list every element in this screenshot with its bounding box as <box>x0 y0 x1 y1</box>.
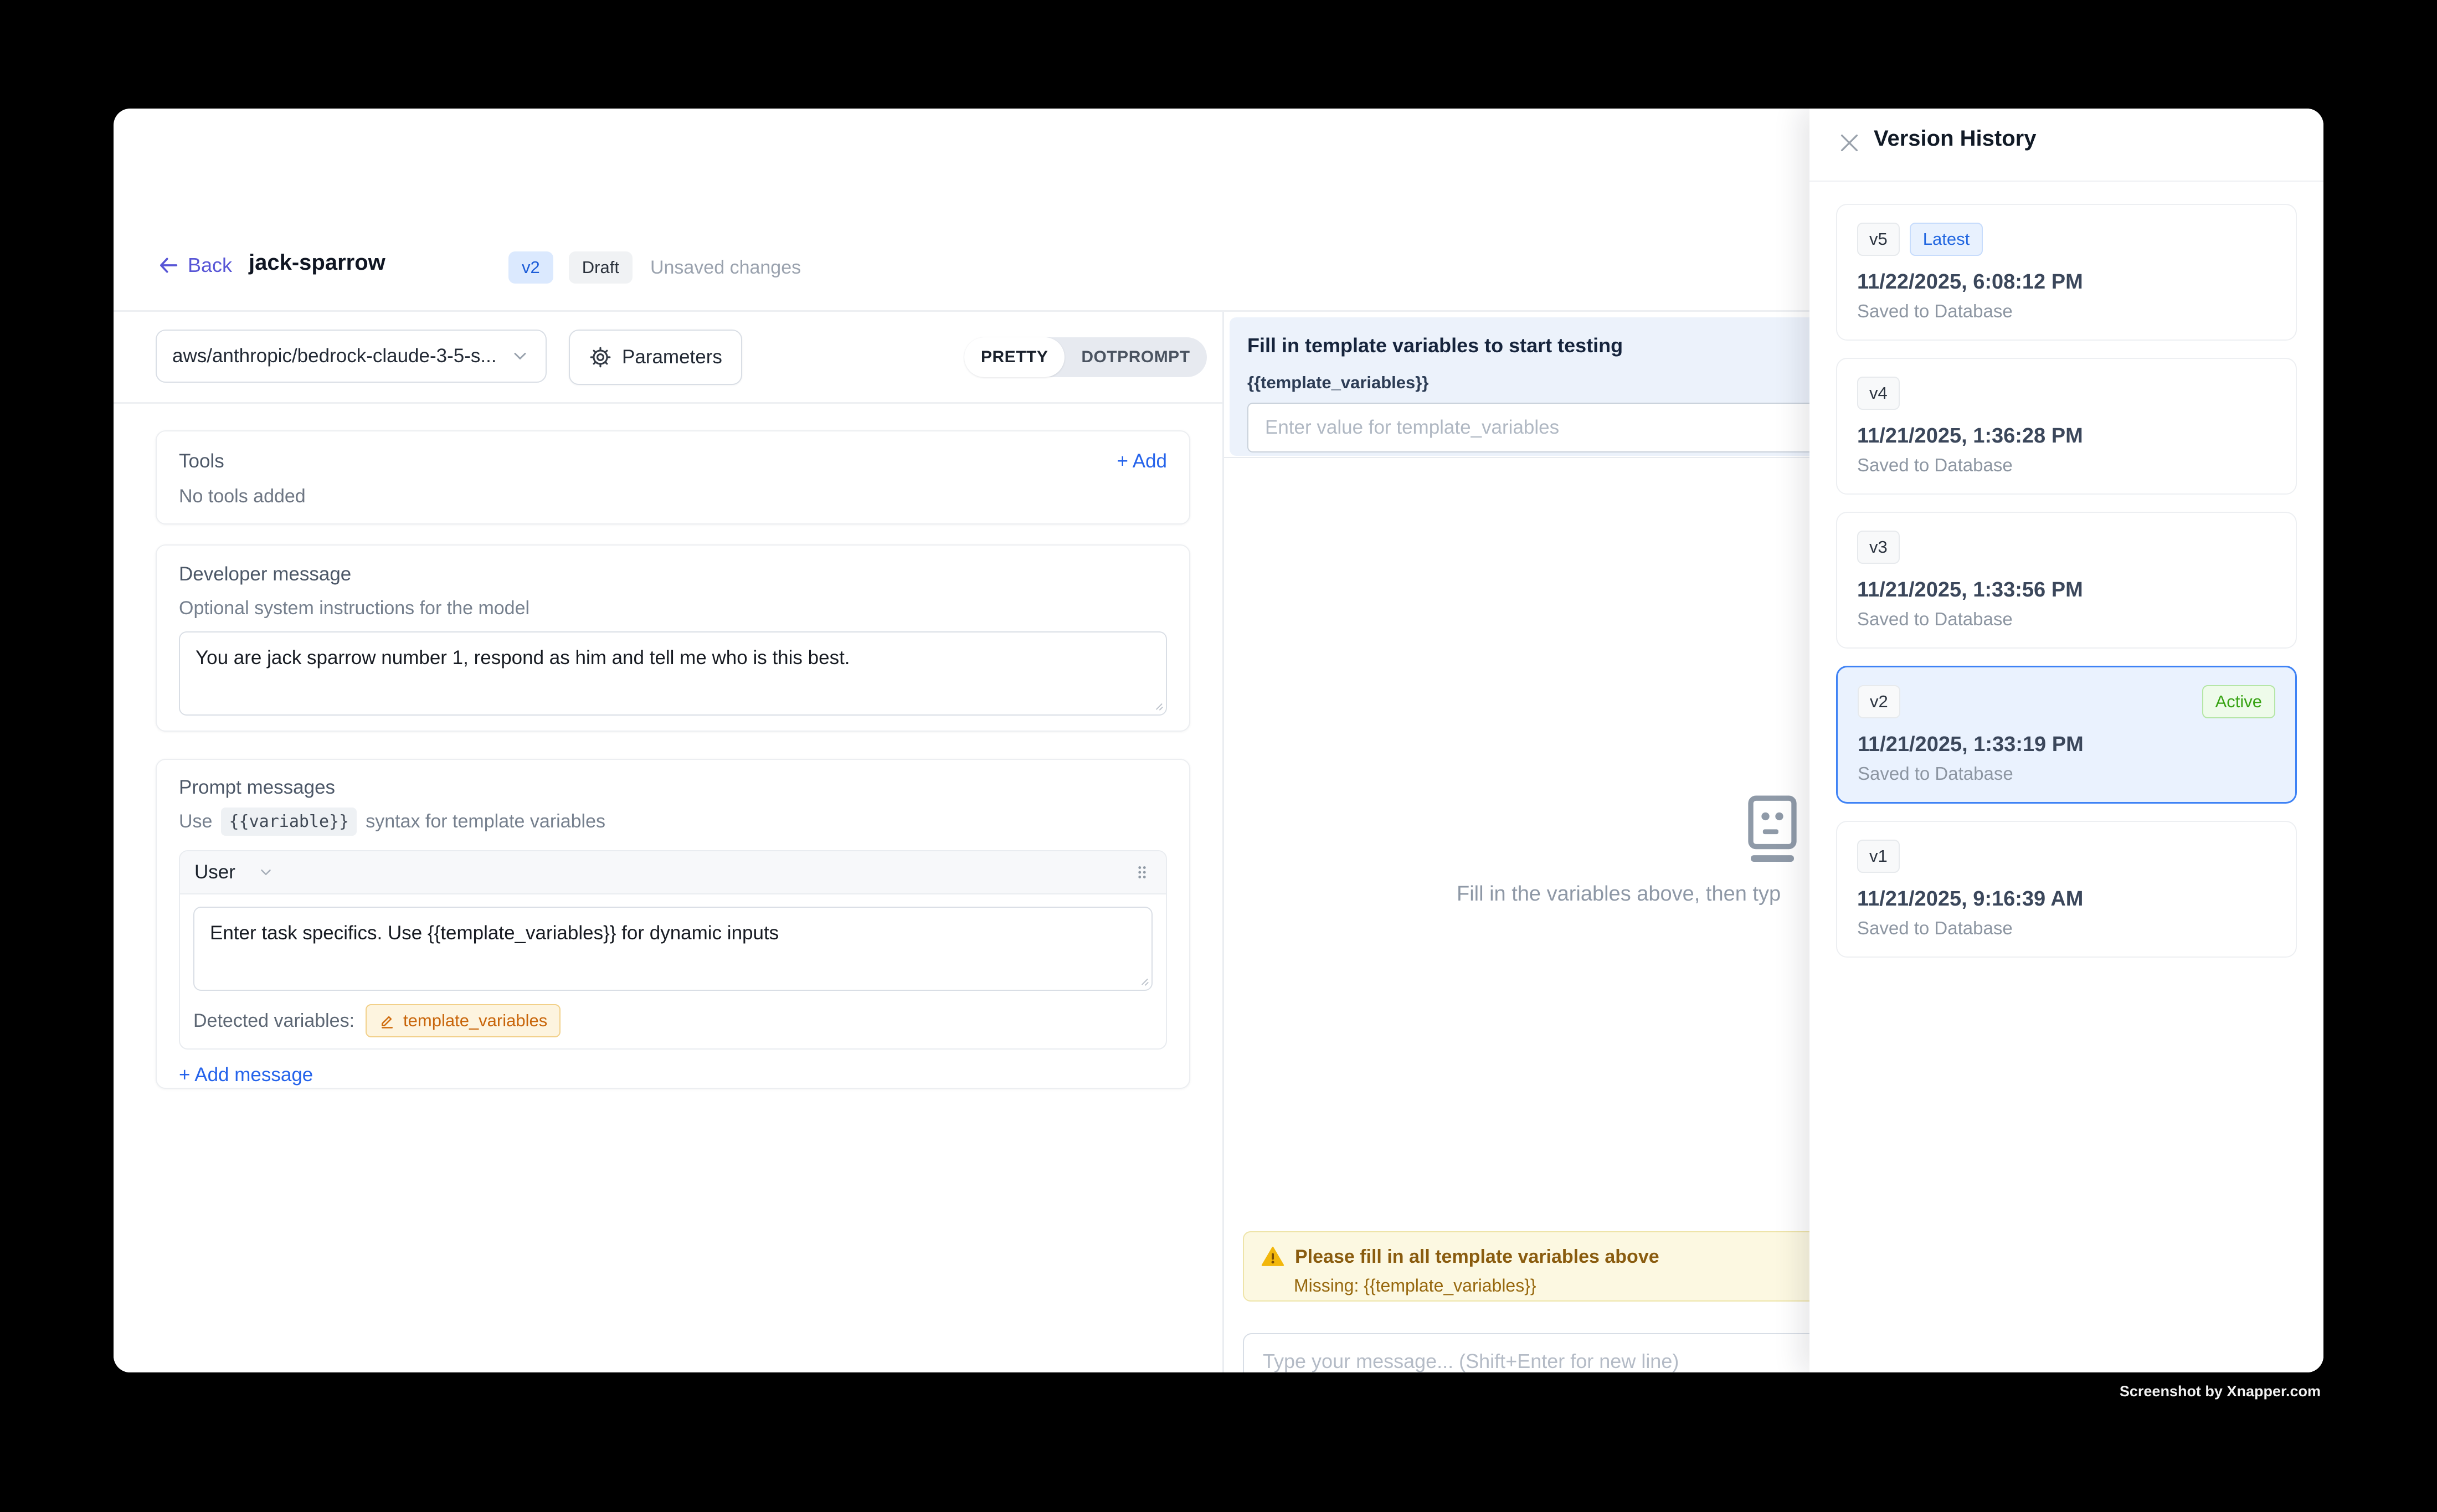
version-card-v1[interactable]: v1 11/21/2025, 9:16:39 AM Saved to Datab… <box>1836 821 2297 958</box>
prompt-message-block: User Enter task specifics. Use {{templat… <box>179 850 1167 1050</box>
format-toggle: PRETTY DOTPROMPT <box>964 337 1207 377</box>
developer-message-card: Developer message Optional system instru… <box>156 544 1190 732</box>
version-timestamp: 11/21/2025, 9:16:39 AM <box>1857 887 2276 911</box>
model-select[interactable]: aws/anthropic/bedrock-claude-3-5-s... <box>156 330 547 383</box>
tools-empty-text: No tools added <box>179 486 1167 507</box>
version-number-badge: v5 <box>1857 223 1900 256</box>
role-select[interactable]: User <box>194 861 274 883</box>
version-history-panel: Version History v5 Latest 11/22/2025, 6:… <box>1809 109 2323 1372</box>
prompt-message-header: User <box>180 851 1166 894</box>
plus-icon: + <box>179 1064 190 1086</box>
add-tool-label: Add <box>1133 450 1167 472</box>
version-status: Saved to Database <box>1857 455 2276 476</box>
back-arrow-icon <box>158 254 180 276</box>
close-icon[interactable] <box>1835 128 1864 157</box>
version-number-badge: v4 <box>1857 377 1900 410</box>
user-message-textarea[interactable]: Enter task specifics. Use {{template_var… <box>193 907 1153 991</box>
version-card-v3[interactable]: v3 11/21/2025, 1:33:56 PM Saved to Datab… <box>1836 512 2297 649</box>
detected-variable-name: template_variables <box>403 1011 547 1031</box>
version-card-v4[interactable]: v4 11/21/2025, 1:36:28 PM Saved to Datab… <box>1836 358 2297 495</box>
version-card-v2-active[interactable]: v2 Active 11/21/2025, 1:33:19 PM Saved t… <box>1836 666 2297 804</box>
active-badge: Active <box>2202 685 2275 718</box>
app-window: Back jack-sparrow v2 Draft Unsaved chang… <box>114 109 2323 1372</box>
robot-icon <box>1745 795 1800 867</box>
role-select-value: User <box>194 861 235 883</box>
screenshot-canvas: Back jack-sparrow v2 Draft Unsaved chang… <box>0 0 2437 1512</box>
developer-message-subtitle: Optional system instructions for the mod… <box>179 598 1167 619</box>
chevron-down-icon <box>258 864 274 881</box>
model-select-value: aws/anthropic/bedrock-claude-3-5-s... <box>172 345 510 367</box>
version-history-divider <box>1809 181 2323 182</box>
latest-badge: Latest <box>1910 223 1983 256</box>
pencil-icon <box>379 1012 395 1029</box>
warning-icon <box>1261 1244 1285 1269</box>
add-tool-button[interactable]: + Add <box>1117 450 1167 472</box>
version-status: Saved to Database <box>1857 301 2276 322</box>
parameters-button[interactable]: Parameters <box>569 330 742 385</box>
editor-panel: aws/anthropic/bedrock-claude-3-5-s... Pa… <box>114 312 1224 1372</box>
back-label: Back <box>188 254 232 277</box>
version-badge: v2 <box>508 251 553 284</box>
version-timestamp: 11/21/2025, 1:36:28 PM <box>1857 424 2276 448</box>
tools-card: Tools + Add No tools added <box>156 430 1190 524</box>
page-title: jack-sparrow <box>249 250 385 275</box>
variable-syntax-chip: {{variable}} <box>221 808 357 836</box>
version-history-title: Version History <box>1874 126 2036 151</box>
draft-badge: Draft <box>569 251 633 284</box>
version-timestamp: 11/21/2025, 1:33:19 PM <box>1858 733 2275 757</box>
version-status: Saved to Database <box>1858 763 2275 784</box>
version-card-v5[interactable]: v5 Latest 11/22/2025, 6:08:12 PM Saved t… <box>1836 204 2297 341</box>
version-timestamp: 11/21/2025, 1:33:56 PM <box>1857 578 2276 602</box>
version-list: v5 Latest 11/22/2025, 6:08:12 PM Saved t… <box>1836 204 2297 975</box>
prompt-messages-title: Prompt messages <box>179 776 1167 799</box>
resize-grip-icon[interactable] <box>1134 971 1149 986</box>
detected-variable-chip[interactable]: template_variables <box>366 1004 561 1037</box>
detected-variables-label: Detected variables: <box>193 1010 354 1032</box>
version-number-badge: v1 <box>1857 840 1900 873</box>
version-history-header: Version History <box>1809 109 2323 181</box>
tools-title: Tools <box>179 450 224 472</box>
parameters-label: Parameters <box>622 346 722 368</box>
chevron-down-icon <box>510 346 530 366</box>
chat-empty-text: Fill in the variables above, then typ <box>1457 882 1781 906</box>
resize-grip-icon[interactable] <box>1148 696 1164 711</box>
toggle-option-pretty[interactable]: PRETTY <box>964 337 1065 377</box>
prompt-subtitle-suffix: syntax for template variables <box>366 811 605 832</box>
version-number-badge: v3 <box>1857 531 1900 564</box>
version-status: Saved to Database <box>1857 609 2276 630</box>
version-number-badge: v2 <box>1858 685 1900 718</box>
watermark-text: Screenshot by Xnapper.com <box>2120 1383 2321 1400</box>
unsaved-changes-label: Unsaved changes <box>650 257 801 279</box>
toolbar-divider <box>114 402 1222 404</box>
plus-icon: + <box>1117 450 1128 472</box>
version-status: Saved to Database <box>1857 918 2276 939</box>
header-badges: v2 Draft Unsaved changes <box>508 251 801 284</box>
add-message-label: Add message <box>194 1064 313 1086</box>
prompt-subtitle-prefix: Use <box>179 811 212 832</box>
toggle-option-dotprompt[interactable]: DOTPROMPT <box>1065 337 1206 377</box>
add-message-button[interactable]: + Add message <box>179 1064 313 1086</box>
version-timestamp: 11/22/2025, 6:08:12 PM <box>1857 270 2276 294</box>
gear-icon <box>589 346 612 369</box>
developer-message-textarea[interactable]: You are jack sparrow number 1, respond a… <box>179 631 1167 716</box>
developer-message-title: Developer message <box>179 563 1167 585</box>
drag-handle-icon[interactable] <box>1133 863 1151 882</box>
warning-title: Please fill in all template variables ab… <box>1295 1246 1659 1268</box>
prompt-messages-card: Prompt messages Use {{variable}} syntax … <box>156 759 1190 1089</box>
back-button[interactable]: Back <box>158 254 232 277</box>
